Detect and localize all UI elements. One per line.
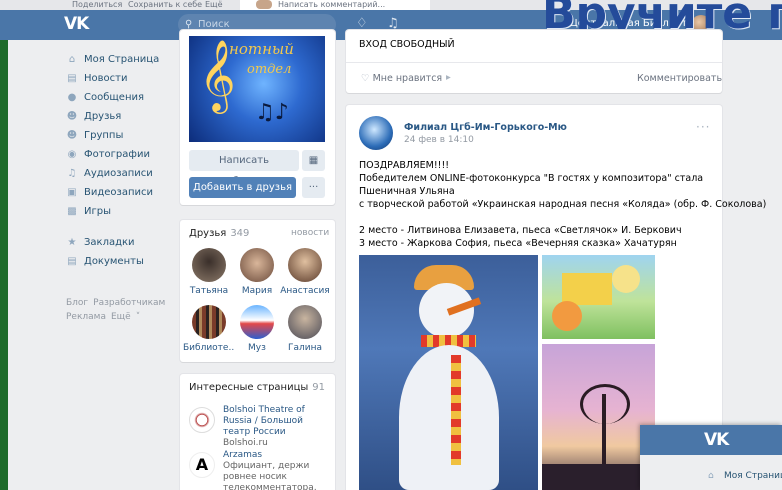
document-icon: ▤: [67, 256, 77, 267]
sidebar-item-photos[interactable]: ◉ Фотографии: [62, 145, 172, 164]
friend-item[interactable]: Муз: [231, 305, 283, 353]
messages-icon: ●: [67, 92, 77, 103]
news-icon: ▤: [67, 73, 77, 84]
sidebar-item-video[interactable]: ▣ Видеозаписи: [62, 183, 172, 202]
developers-link[interactable]: Разработчикам: [93, 298, 165, 308]
vk-logo[interactable]: VK: [704, 430, 729, 450]
post-image-snowman[interactable]: [359, 255, 538, 490]
avatar: [240, 305, 274, 339]
arzamas-logo: A: [189, 452, 215, 478]
home-icon: ⌂: [708, 471, 714, 481]
avatar: [288, 305, 322, 339]
sidebar-menu: ⌂ Моя Страница ▤ Новости ● Сообщения ☻ Друзь…: [62, 50, 172, 271]
bell-icon[interactable]: ♢: [356, 16, 368, 31]
camera-icon: ◉: [67, 149, 77, 160]
sidebar-item-news[interactable]: ▤ Новости: [62, 69, 172, 88]
avatar: [256, 0, 272, 9]
avatar: [192, 248, 226, 282]
post-line: Пшеничная Ульяна: [359, 186, 455, 197]
video-icon: ▣: [67, 187, 77, 198]
star-icon: ★: [67, 237, 77, 248]
gamepad-icon: ▩: [67, 206, 77, 217]
friend-item[interactable]: Галина: [279, 305, 331, 353]
friend-item[interactable]: Анастасия: [279, 248, 331, 296]
friend-item[interactable]: Библиоте...: [183, 305, 235, 353]
friends-header[interactable]: Друзья 349: [189, 228, 249, 239]
friends-icon: ☻: [66, 111, 78, 122]
bolshoi-logo: [189, 407, 215, 433]
more-icon: ···: [308, 182, 319, 193]
gift-button[interactable]: ▦: [302, 150, 325, 171]
friend-item[interactable]: Мария: [231, 248, 283, 296]
cover-text-2: отдел: [247, 62, 292, 77]
cover-text-1: нотный: [229, 40, 294, 58]
save-link[interactable]: Сохранить к себе: [128, 0, 202, 9]
friend-item[interactable]: Татьяна: [183, 248, 235, 296]
sidebar-item-documents[interactable]: ▤ Документы: [62, 252, 172, 271]
overlay-header: VK: [640, 425, 782, 455]
share-button[interactable]: ▸: [446, 72, 451, 83]
megaphone-icon: ▸: [446, 72, 451, 83]
more-link[interactable]: Ещё: [205, 0, 223, 9]
more-actions-button[interactable]: ···: [302, 177, 325, 198]
footer-more-link[interactable]: Ещё: [111, 312, 131, 322]
vk-logo[interactable]: VK: [64, 14, 90, 36]
music-icon: ♫: [67, 168, 77, 179]
notes-icon: ♫♪: [255, 100, 289, 125]
post-image-landscape[interactable]: [542, 344, 655, 490]
ads-link[interactable]: Реклама: [66, 312, 106, 322]
comment-input[interactable]: Написать комментарий...: [278, 0, 385, 9]
interesting-pages-header[interactable]: Интересные страницы 91: [189, 382, 325, 393]
post-line: Победителем ONLINE-фотоконкурса "В гостя…: [359, 173, 704, 184]
vk-page: Поделиться Сохранить к себе Ещё Написать…: [0, 0, 782, 490]
interesting-page-item[interactable]: Bolshoi Theatre of Russia / Большой теат…: [189, 405, 329, 448]
music-icon[interactable]: ♫: [387, 16, 399, 31]
search-placeholder: Поиск: [198, 19, 230, 30]
gift-icon: ▦: [308, 155, 319, 166]
avatar: [288, 248, 322, 282]
post-line: 2 место - Литвинова Елизавета, пьеса «Св…: [359, 225, 682, 236]
post-image-drawing[interactable]: [542, 255, 655, 339]
blog-link[interactable]: Блог: [66, 298, 88, 308]
sidebar-item-messages[interactable]: ● Сообщения: [62, 88, 172, 107]
post-menu-icon[interactable]: ···: [696, 120, 710, 134]
post-line: ПОЗДРАВЛЯЕМ!!!!: [359, 160, 450, 171]
home-icon: ⌂: [68, 54, 76, 65]
overlay-menu-item[interactable]: Моя Страница: [724, 471, 782, 481]
sidebar-footer: Блог Разработчикам Реклама Ещё ˅: [66, 296, 166, 324]
chevron-down-icon: ˅: [135, 312, 141, 322]
groups-icon: ☻: [66, 130, 78, 141]
share-link[interactable]: Поделиться: [72, 0, 122, 9]
overlay-window: VK ⌂ Моя Страница: [640, 425, 782, 490]
sidebar-item-friends[interactable]: ☻ Друзья: [62, 107, 172, 126]
heart-icon: ♡: [361, 73, 370, 84]
author-avatar[interactable]: [359, 116, 393, 150]
sidebar-item-my-page[interactable]: ⌂ Моя Страница: [62, 50, 172, 69]
sidebar-item-games[interactable]: ▩ Игры: [62, 202, 172, 221]
write-message-button[interactable]: Написать сообщение: [189, 150, 299, 187]
post-line: с творческой работой «Украинская народна…: [359, 199, 767, 210]
sidebar-item-groups[interactable]: ☻ Группы: [62, 126, 172, 145]
post-date[interactable]: 24 фев в 14:10: [404, 135, 474, 145]
avatar: [192, 305, 226, 339]
add-friend-button[interactable]: Добавить в друзья: [189, 177, 296, 198]
post-author[interactable]: Филиал Цгб-Им-Горького-Мю: [404, 122, 567, 133]
friends-updates-link[interactable]: новости: [291, 228, 329, 238]
post-line: 3 место - Жаркова София, пьеса «Вечерняя…: [359, 238, 677, 249]
sidebar-item-audio[interactable]: ♫ Аудиозаписи: [62, 164, 172, 183]
post-text: ВХОД СВОБОДНЫЙ: [359, 39, 455, 50]
profile-cover[interactable]: 𝄞 нотный отдел ♫♪: [189, 36, 325, 142]
comment-button[interactable]: Комментировать: [637, 73, 722, 84]
sidebar-item-bookmarks[interactable]: ★ Закладки: [62, 233, 172, 252]
avatar: [240, 248, 274, 282]
desktop-background: [0, 0, 8, 490]
like-button[interactable]: ♡ Мне нравится: [361, 73, 442, 84]
interesting-page-item[interactable]: A Arzamas Официант, держи ровнее носик те…: [189, 450, 329, 490]
